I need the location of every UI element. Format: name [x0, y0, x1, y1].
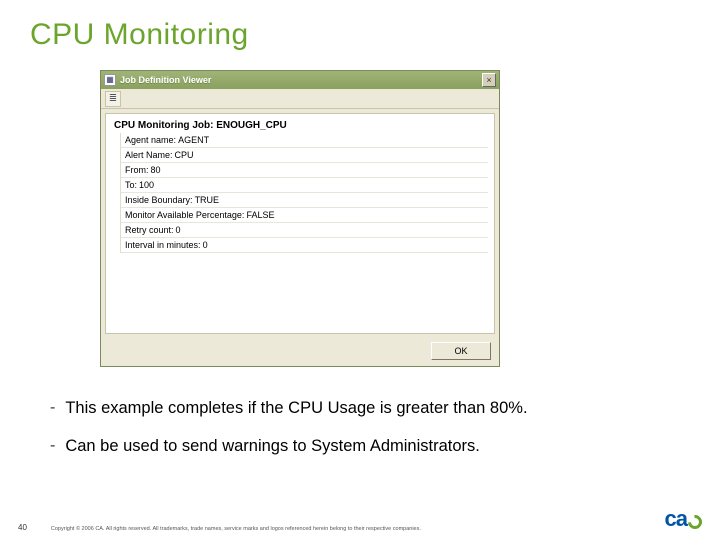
bullet-dash: -: [50, 397, 55, 419]
field-value: 80: [151, 165, 161, 175]
bullet-dash: -: [50, 435, 55, 457]
window-title: Job Definition Viewer: [120, 75, 478, 85]
copyright-text: Copyright © 2006 CA. All rights reserved…: [27, 526, 665, 532]
field-label: To: [125, 180, 137, 190]
close-button[interactable]: ×: [482, 73, 496, 87]
field-value: TRUE: [195, 195, 220, 205]
bullet-item: - This example completes if the CPU Usag…: [50, 397, 690, 419]
ca-logo: ca: [665, 506, 702, 532]
logo-text: ca: [665, 506, 687, 532]
field-value: CPU: [175, 150, 194, 160]
field-row: To 100: [121, 178, 488, 193]
field-value: FALSE: [246, 210, 274, 220]
logo-swirl-icon: [685, 512, 705, 532]
job-heading: CPU Monitoring Job: ENOUGH_CPU: [112, 120, 488, 131]
slide-title: CPU Monitoring: [30, 18, 690, 52]
ok-button[interactable]: OK: [431, 342, 491, 360]
field-value: 0: [203, 240, 208, 250]
field-label: From: [125, 165, 149, 175]
field-list: Agent name AGENT Alert Name CPU From 80 …: [120, 133, 488, 253]
field-row: Agent name AGENT: [121, 133, 488, 148]
field-label: Interval in minutes: [125, 240, 201, 250]
field-row: Monitor Available Percentage FALSE: [121, 208, 488, 223]
bullet-item: - Can be used to send warnings to System…: [50, 435, 690, 457]
page-number: 40: [18, 523, 27, 532]
field-row: From 80: [121, 163, 488, 178]
window-toolbar: ≣: [101, 89, 499, 109]
field-label: Alert Name: [125, 150, 173, 160]
window-titlebar[interactable]: ▦ Job Definition Viewer ×: [101, 71, 499, 89]
field-row: Inside Boundary TRUE: [121, 193, 488, 208]
field-value: AGENT: [178, 135, 209, 145]
job-definition-window: ▦ Job Definition Viewer × ≣ CPU Monitori…: [100, 70, 500, 367]
bullet-text: This example completes if the CPU Usage …: [65, 397, 527, 419]
app-icon: ▦: [104, 74, 116, 86]
window-footer: OK: [101, 338, 499, 366]
field-row: Interval in minutes 0: [121, 238, 488, 253]
field-value: 100: [139, 180, 154, 190]
slide-footer: 40 Copyright © 2006 CA. All rights reser…: [18, 506, 702, 532]
bullet-list: - This example completes if the CPU Usag…: [50, 397, 690, 457]
field-label: Inside Boundary: [125, 195, 193, 205]
field-label: Agent name: [125, 135, 176, 145]
field-row: Alert Name CPU: [121, 148, 488, 163]
window-content: CPU Monitoring Job: ENOUGH_CPU Agent nam…: [105, 113, 495, 334]
field-label: Monitor Available Percentage: [125, 210, 244, 220]
toolbar-button[interactable]: ≣: [105, 91, 121, 107]
bullet-text: Can be used to send warnings to System A…: [65, 435, 480, 457]
field-value: 0: [176, 225, 181, 235]
field-label: Retry count: [125, 225, 174, 235]
field-row: Retry count 0: [121, 223, 488, 238]
